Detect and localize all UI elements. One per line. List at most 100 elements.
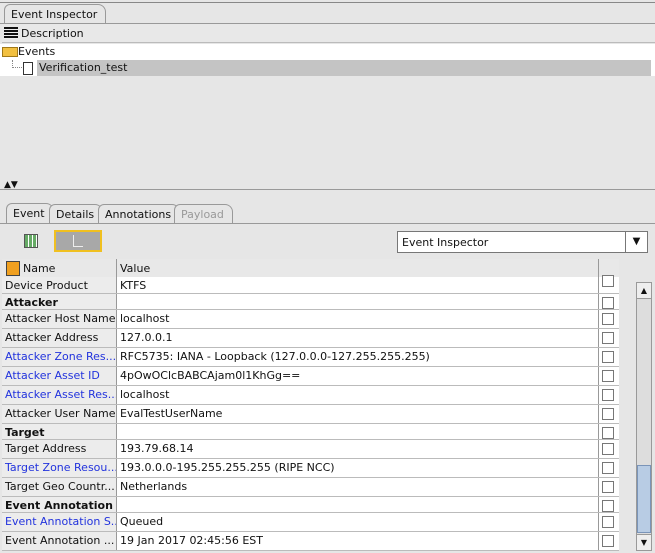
row-checkbox-cell bbox=[599, 348, 619, 366]
row-name: Attacker Address bbox=[2, 329, 117, 347]
events-label: Events bbox=[18, 45, 56, 58]
row-name: Target Address bbox=[2, 440, 117, 458]
tree-node-events[interactable]: Events bbox=[0, 44, 655, 60]
tab-label: Event bbox=[13, 207, 45, 220]
row-name: Attacker bbox=[2, 294, 117, 309]
row-name: Target Geo Countr... bbox=[2, 478, 117, 496]
value-header: Value bbox=[120, 262, 151, 275]
row-checkbox[interactable] bbox=[602, 275, 614, 287]
row-value bbox=[117, 424, 599, 439]
table-row[interactable]: Event Annotation S... Queued bbox=[2, 513, 619, 532]
tab-label: Event Inspector bbox=[11, 8, 98, 21]
row-checkbox[interactable] bbox=[602, 481, 614, 493]
table-row[interactable]: Attacker Host Name localhost bbox=[2, 310, 619, 329]
top-border bbox=[0, 2, 655, 3]
row-checkbox[interactable] bbox=[602, 351, 614, 363]
row-checkbox[interactable] bbox=[602, 500, 614, 512]
row-checkbox[interactable] bbox=[602, 313, 614, 325]
row-checkbox[interactable] bbox=[602, 462, 614, 474]
row-name[interactable]: Attacker Asset Res... bbox=[2, 386, 117, 404]
row-checkbox-cell bbox=[599, 532, 619, 550]
table-row[interactable]: Target Geo Countr... Netherlands bbox=[2, 478, 619, 497]
row-value: 193.0.0.0-195.255.255.255 (RIPE NCC) bbox=[117, 459, 599, 477]
splitter[interactable] bbox=[0, 189, 655, 190]
table-row[interactable]: Device Product KTFS bbox=[2, 275, 619, 294]
row-checkbox-cell bbox=[599, 275, 619, 293]
row-checkbox[interactable] bbox=[602, 516, 614, 528]
table-row[interactable]: Target bbox=[2, 424, 619, 440]
row-name[interactable]: Target Zone Resou... bbox=[2, 459, 117, 477]
tree-row: Verification_test bbox=[0, 60, 655, 76]
tab-event-inspector[interactable]: Event Inspector bbox=[4, 4, 107, 24]
tree-header[interactable]: Description bbox=[2, 24, 655, 43]
row-value: Queued bbox=[117, 513, 599, 531]
row-checkbox-cell bbox=[599, 386, 619, 404]
table-row[interactable]: Attacker bbox=[2, 294, 619, 310]
row-name: Event Annotation bbox=[2, 497, 117, 512]
row-name[interactable]: Attacker Asset ID bbox=[2, 367, 117, 385]
verification-test-label: Verification_test bbox=[39, 61, 128, 74]
tab-annotations[interactable]: Annotations bbox=[98, 204, 181, 224]
row-value: 19 Jan 2017 02:45:56 EST bbox=[117, 532, 599, 550]
chevron-down-icon[interactable]: ▼ bbox=[625, 232, 647, 252]
vertical-scrollbar[interactable]: ▲ ▼ bbox=[636, 282, 652, 551]
view-select[interactable]: Event Inspector ▼ bbox=[397, 231, 648, 253]
row-checkbox-cell bbox=[599, 459, 619, 477]
row-value: KTFS bbox=[117, 277, 599, 293]
row-checkbox[interactable] bbox=[602, 297, 614, 309]
tab-details[interactable]: Details bbox=[49, 204, 104, 224]
row-checkbox[interactable] bbox=[602, 389, 614, 401]
row-checkbox-cell bbox=[599, 367, 619, 385]
file-icon bbox=[23, 62, 33, 75]
row-checkbox[interactable] bbox=[602, 535, 614, 547]
table-row[interactable]: Attacker Address 127.0.0.1 bbox=[2, 329, 619, 348]
column-header-value[interactable]: Value bbox=[117, 259, 599, 277]
table-row[interactable]: Event Annotation bbox=[2, 497, 619, 513]
split-arrows-icon[interactable]: ▲▼ bbox=[4, 181, 18, 190]
table-row[interactable]: Target Zone Resou... 193.0.0.0-195.255.25… bbox=[2, 459, 619, 478]
row-value: localhost bbox=[117, 310, 599, 328]
row-name[interactable]: Attacker Zone Res... bbox=[2, 348, 117, 366]
description-header: Description bbox=[21, 27, 84, 40]
row-name[interactable]: Event Annotation S... bbox=[2, 513, 117, 531]
row-checkbox-cell bbox=[599, 478, 619, 496]
tree-node-verification-test[interactable]: Verification_test bbox=[37, 60, 651, 76]
table-row[interactable]: Attacker Asset ID 4pOwOClcBABCAjam0l1KhGg… bbox=[2, 367, 619, 386]
view-select-value: Event Inspector bbox=[402, 236, 489, 249]
row-name: Target bbox=[2, 424, 117, 439]
table-header: Name Value bbox=[2, 259, 619, 278]
tree-connector bbox=[12, 60, 22, 68]
divider bbox=[0, 223, 655, 224]
column-chooser-icon[interactable] bbox=[6, 261, 20, 276]
row-value: localhost bbox=[117, 386, 599, 404]
tab-label: Payload bbox=[181, 208, 224, 221]
row-checkbox[interactable] bbox=[602, 370, 614, 382]
folder-open-icon bbox=[2, 47, 18, 57]
scroll-down-icon[interactable]: ▼ bbox=[637, 534, 651, 550]
scroll-up-icon[interactable]: ▲ bbox=[637, 283, 651, 299]
table-row[interactable]: Event Annotation ... 19 Jan 2017 02:45:56… bbox=[2, 532, 619, 551]
row-checkbox-cell bbox=[599, 440, 619, 458]
tab-event[interactable]: Event bbox=[6, 203, 54, 223]
table-row[interactable]: Attacker User Name EvalTestUserName bbox=[2, 405, 619, 424]
row-checkbox[interactable] bbox=[602, 408, 614, 420]
grid-view-icon[interactable] bbox=[24, 234, 38, 248]
table-row[interactable]: Attacker Asset Res... localhost bbox=[2, 386, 619, 405]
name-header: Name bbox=[23, 262, 56, 275]
row-checkbox[interactable] bbox=[602, 443, 614, 455]
row-checkbox-cell bbox=[599, 497, 619, 512]
row-checkbox[interactable] bbox=[602, 332, 614, 344]
row-name: Attacker User Name bbox=[2, 405, 117, 423]
row-value: RFC5735: IANA - Loopback (127.0.0.0-127.… bbox=[117, 348, 599, 366]
table-row[interactable]: Attacker Zone Res... RFC5735: IANA - Loop… bbox=[2, 348, 619, 367]
column-header-name[interactable]: Name bbox=[2, 259, 117, 277]
row-checkbox[interactable] bbox=[602, 427, 614, 439]
row-name: Event Annotation ... bbox=[2, 532, 117, 550]
row-value: 4pOwOClcBABCAjam0l1KhGg== bbox=[117, 367, 599, 385]
tree-view-button[interactable] bbox=[54, 230, 102, 252]
tab-payload: Payload bbox=[174, 204, 233, 224]
scrollbar-thumb[interactable] bbox=[637, 465, 651, 533]
columns-icon bbox=[4, 27, 18, 39]
table-row[interactable]: Target Address 193.79.68.14 bbox=[2, 440, 619, 459]
tree-view-icon bbox=[73, 235, 83, 247]
